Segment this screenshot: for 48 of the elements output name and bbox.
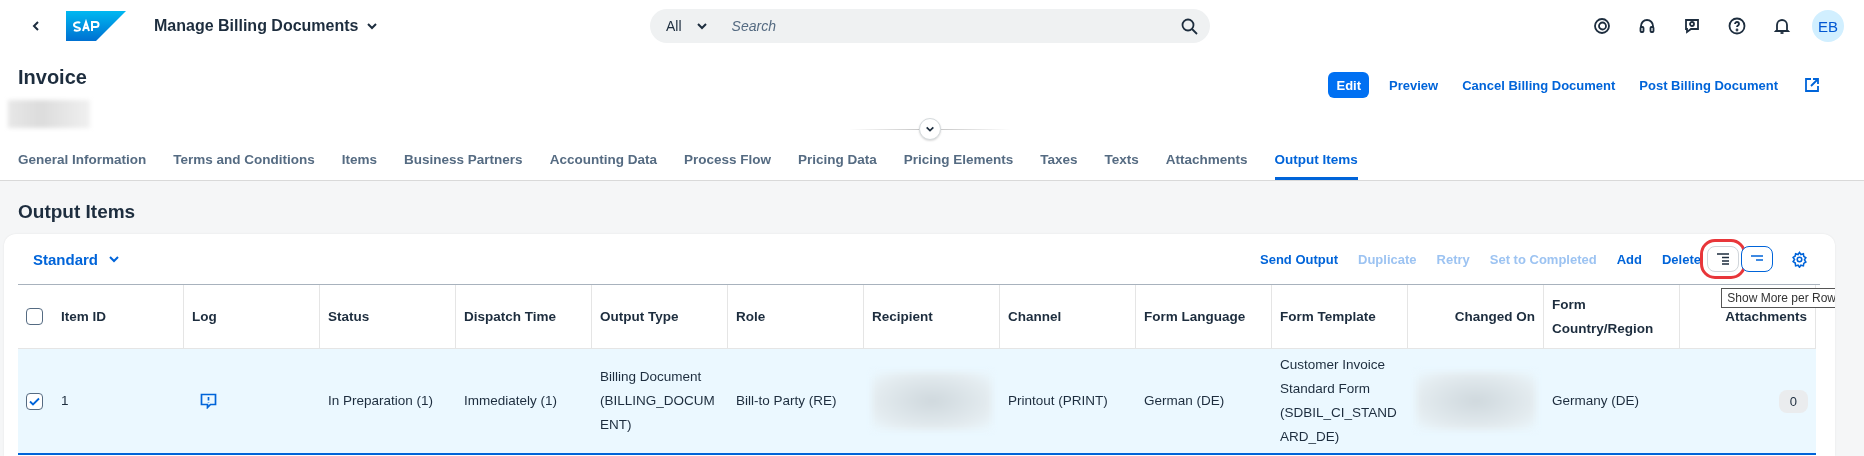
tab[interactable]: Taxes: [1040, 152, 1078, 180]
column-header[interactable]: Channel: [1008, 304, 1062, 329]
tab[interactable]: Items: [341, 152, 378, 180]
user-avatar[interactable]: EB: [1812, 10, 1844, 42]
column-header[interactable]: Item ID: [61, 304, 106, 329]
variant-select[interactable]: Standard: [18, 250, 120, 268]
tab[interactable]: Terms and Conditions: [173, 152, 315, 180]
action-button[interactable]: Post Billing Document: [1635, 77, 1782, 93]
table-cell-text: Printout (PRINT): [1008, 392, 1108, 410]
tab[interactable]: General Information: [18, 152, 147, 180]
table-cell-text: 1: [61, 392, 69, 410]
tab[interactable]: Accounting Data: [549, 152, 657, 180]
count-badge: 0: [1778, 389, 1808, 413]
tab[interactable]: Pricing Elements: [903, 152, 1014, 180]
column-header[interactable]: Recipient: [872, 304, 933, 329]
tab[interactable]: Output Items: [1274, 152, 1358, 180]
toolbar-action[interactable]: Delete: [1661, 251, 1701, 267]
tab[interactable]: Process Flow: [683, 152, 771, 180]
section-title: Output Items: [17, 200, 137, 224]
tab[interactable]: Pricing Data: [797, 152, 877, 180]
tab[interactable]: Attachments: [1165, 152, 1248, 180]
action-button[interactable]: Cancel Billing Document: [1458, 77, 1620, 93]
edit-button[interactable]: Edit: [1328, 72, 1370, 98]
app-title[interactable]: Manage Billing Documents: [154, 17, 379, 35]
scope-select[interactable]: All: [666, 18, 708, 34]
tab[interactable]: Texts: [1104, 152, 1139, 180]
column-header[interactable]: Dispatch Time: [464, 304, 557, 329]
column-header[interactable]: Status: [328, 304, 370, 329]
column-header[interactable]: Role: [736, 304, 766, 329]
column-header[interactable]: Form Language: [1144, 304, 1246, 329]
table-cell-text: Billing Document (BILLING_DOCUMENT): [600, 368, 716, 434]
table-cell-text: In Preparation (1): [328, 392, 434, 410]
table-cell-text: Immediately (1): [464, 392, 558, 410]
column-header[interactable]: Log: [192, 304, 217, 329]
table-cell-text: German (DE): [1144, 392, 1225, 410]
column-header[interactable]: Changed On: [1454, 304, 1535, 329]
tab[interactable]: Business Partners: [404, 152, 523, 180]
column-header[interactable]: Form Country/Region: [1552, 292, 1671, 341]
column-header[interactable]: Output Type: [600, 304, 679, 329]
action-button[interactable]: Preview: [1385, 77, 1443, 93]
toolbar-action[interactable]: Send Output: [1260, 251, 1338, 267]
search-field[interactable]: All Search: [650, 9, 1210, 43]
table-cell-text: Bill-to Party (RE): [736, 392, 837, 410]
column-header[interactable]: Form Template: [1280, 304, 1376, 329]
toolbar-action[interactable]: Add: [1616, 251, 1642, 267]
table-cell-text: Customer Invoice Standard Form (SDBIL_CI_STANDARD_DE): [1280, 356, 1398, 446]
page-title: Invoice: [18, 66, 87, 89]
table-cell-text: Germany (DE): [1552, 392, 1639, 410]
